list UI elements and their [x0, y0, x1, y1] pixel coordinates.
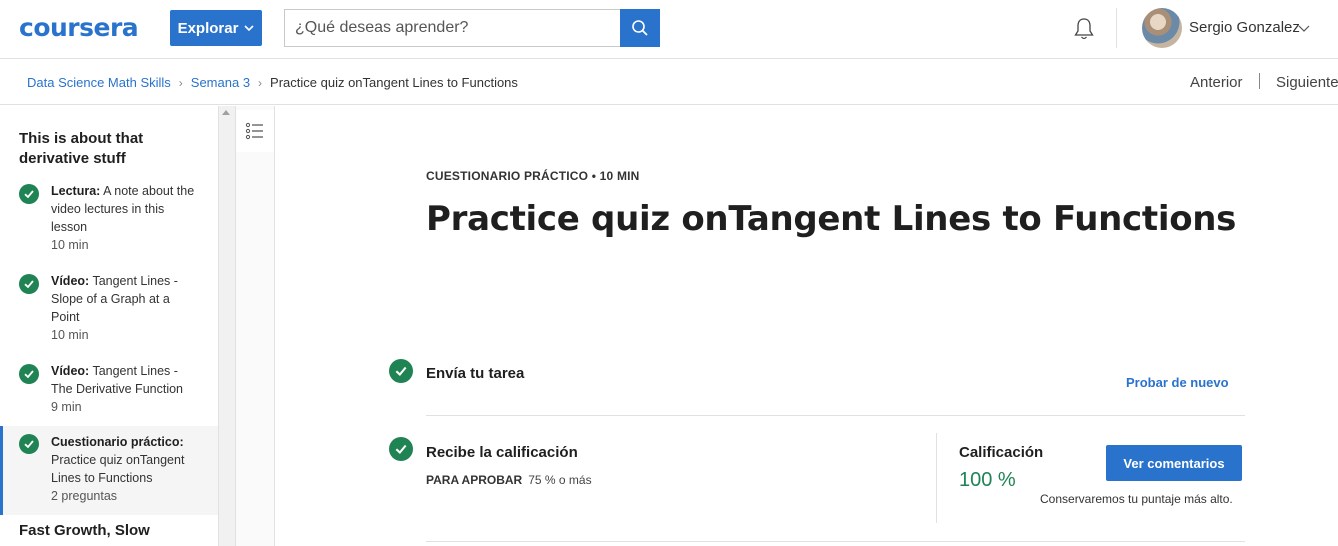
course-sidebar: This is about that derivative stuff Lect… — [0, 106, 218, 546]
completed-check-icon — [19, 434, 39, 454]
submit-step-label: Envía tu tarea — [426, 365, 525, 382]
explore-label: Explorar — [177, 19, 239, 37]
top-header: coursera Explorar Sergio Gonzalez — [0, 0, 1338, 59]
explore-button[interactable]: Explorar — [170, 10, 262, 46]
sidebar-item-text: Vídeo: Tangent Lines - Slope of a Graph … — [51, 272, 201, 344]
completed-check-icon — [389, 359, 413, 383]
completed-check-icon — [19, 184, 39, 204]
pass-label: PARA APROBAR — [426, 473, 523, 487]
completed-check-icon — [389, 437, 413, 461]
breadcrumb: Data Science Math Skills › Semana 3 › Pr… — [27, 75, 518, 90]
sidebar-item-reading[interactable]: Lectura: A note about the video lectures… — [0, 182, 218, 262]
list-icon — [245, 122, 263, 140]
chevron-down-icon — [244, 25, 254, 32]
retry-link[interactable]: Probar de nuevo — [1126, 375, 1229, 390]
search-button[interactable] — [620, 9, 660, 47]
item-duration: 2 preguntas — [51, 489, 118, 503]
sidebar-item-text: Vídeo: Tangent Lines - The Derivative Fu… — [51, 362, 201, 416]
item-duration: 10 min — [51, 328, 89, 342]
completed-check-icon — [19, 274, 39, 294]
highest-score-note: Conservaremos tu puntaje más alto. — [1040, 492, 1233, 506]
avatar[interactable] — [1142, 8, 1182, 48]
divider — [426, 541, 1245, 542]
sidebar-item-quiz[interactable]: Cuestionario práctico: Practice quiz onT… — [0, 426, 218, 515]
module-title: This is about that derivative stuff — [19, 130, 144, 167]
icon-rail — [235, 106, 275, 546]
pass-requirement: PARA APROBAR 75 % o más — [426, 473, 592, 487]
item-type: Vídeo: — [51, 364, 90, 378]
scroll-up-icon[interactable] — [222, 110, 230, 115]
sidebar-scrollbar[interactable] — [218, 106, 235, 546]
sidebar-item-text: Lectura: A note about the video lectures… — [51, 182, 201, 254]
notification-bell-icon[interactable] — [1071, 16, 1097, 42]
sidebar-item-text: Cuestionario práctico: Practice quiz onT… — [51, 433, 201, 505]
grade-value: 100 % — [959, 469, 1016, 491]
chevron-right-icon: › — [178, 75, 183, 90]
breadcrumb-bar: Data Science Math Skills › Semana 3 › Pr… — [0, 59, 1338, 105]
page-title: Practice quiz onTangent Lines to Functio… — [426, 199, 1237, 239]
next-link[interactable]: Siguiente — [1276, 74, 1338, 91]
divider — [426, 415, 1245, 416]
search-icon — [632, 20, 648, 36]
vertical-divider — [936, 433, 937, 523]
item-duration: 9 min — [51, 400, 82, 414]
coursera-logo[interactable]: coursera — [19, 13, 139, 42]
chevron-right-icon: › — [258, 75, 263, 90]
outline-toggle-button[interactable] — [236, 110, 274, 152]
next-module-title: Fast Growth, Slow — [19, 522, 150, 539]
item-type: Lectura: — [51, 184, 101, 198]
pass-value: 75 % o más — [528, 473, 592, 487]
completed-check-icon — [19, 364, 39, 384]
header-divider — [1116, 8, 1117, 48]
item-duration: 10 min — [51, 238, 89, 252]
item-name: Practice quiz onTangent Lines to Functio… — [51, 453, 185, 485]
previous-link[interactable]: Anterior — [1190, 74, 1243, 91]
grade-label: Calificación — [959, 444, 1044, 461]
nav-divider — [1259, 73, 1260, 89]
chevron-down-icon[interactable] — [1298, 23, 1310, 33]
breadcrumb-week[interactable]: Semana 3 — [191, 75, 250, 90]
user-name[interactable]: Sergio Gonzalez — [1189, 19, 1300, 36]
view-feedback-button[interactable]: Ver comentarios — [1106, 445, 1242, 481]
breadcrumb-course[interactable]: Data Science Math Skills — [27, 75, 171, 90]
sidebar-item-video-1[interactable]: Vídeo: Tangent Lines - Slope of a Graph … — [0, 272, 218, 352]
item-kicker: CUESTIONARIO PRÁCTICO • 10 MIN — [426, 169, 640, 183]
sidebar-item-video-2[interactable]: Vídeo: Tangent Lines - The Derivative Fu… — [0, 362, 218, 422]
item-type: Cuestionario práctico: — [51, 435, 184, 449]
item-type: Vídeo: — [51, 274, 90, 288]
breadcrumb-current: Practice quiz onTangent Lines to Functio… — [270, 75, 518, 90]
search-input[interactable] — [284, 9, 621, 47]
grade-step-label: Recibe la calificación — [426, 444, 578, 461]
